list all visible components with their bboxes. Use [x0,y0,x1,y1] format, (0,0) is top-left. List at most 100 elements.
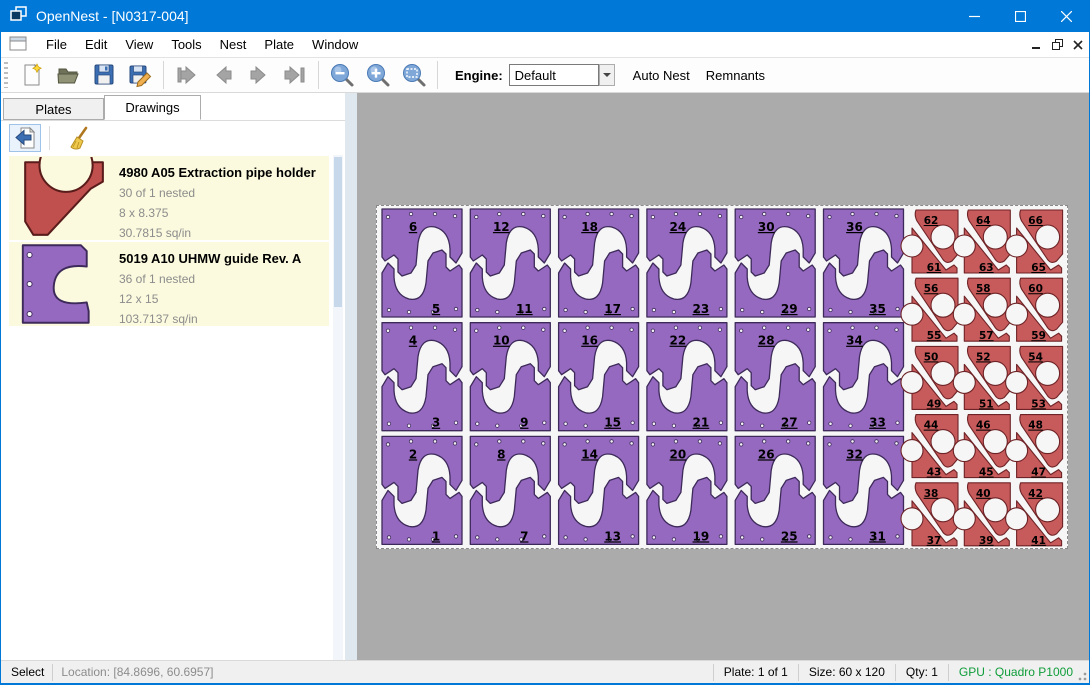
nest-cell-red[interactable]: 56 55 [901,278,958,342]
menu-file[interactable]: File [37,33,76,56]
engine-value: Default [515,68,556,83]
zoom-in-button[interactable] [360,60,396,90]
tab-drawings[interactable]: Drawings [104,95,201,120]
nest-cell-red[interactable]: 4847 [1006,415,1063,479]
nest-canvas[interactable]: 6512111817242330293635431091615222128273… [345,93,1089,660]
svg-text:42: 42 [1028,488,1043,500]
nest-cell-purple[interactable]: 43 [382,323,462,431]
svg-text:8: 8 [497,447,505,461]
engine-select[interactable]: Default [509,64,599,86]
status-size: Size: 60 x 120 [807,665,887,679]
status-separator [895,664,896,681]
nest-cell-red[interactable]: 5251 [953,346,1010,410]
minimize-button[interactable] [951,0,997,32]
svg-text:32: 32 [846,447,863,461]
svg-text:43: 43 [927,467,942,479]
chevron-down-icon[interactable] [599,64,615,86]
new-button[interactable] [14,60,50,90]
svg-text:6: 6 [409,220,417,234]
nest-cell-purple[interactable]: 2019 [647,436,727,544]
menu-view[interactable]: View [116,33,162,56]
resize-grip[interactable] [1077,671,1087,681]
nest-cell-red[interactable]: 3837 [901,483,958,547]
status-location: Location: [84.8696, 60.6957] [61,665,213,679]
nest-cell-purple[interactable]: 3635 [824,209,904,317]
svg-text:36: 36 [846,220,863,234]
list-item-drawing-2[interactable]: 5019 A10 UHMW guide Rev. A 36 of 1 neste… [9,242,329,326]
menu-edit[interactable]: Edit [76,33,116,56]
nest-cell-purple[interactable]: 2423 [647,209,727,317]
nest-cell-purple[interactable]: 109 [470,323,550,431]
mdi-close-button[interactable] [1073,38,1083,53]
nest-cell-purple[interactable]: 21 [382,436,462,544]
title-bar: OpenNest - [N0317-004] [1,0,1089,32]
menu-plate[interactable]: Plate [255,33,303,56]
nest-cell-red[interactable]: 5049 [901,346,958,410]
nest-cell-red[interactable]: 4241 [1006,483,1063,547]
svg-text:60: 60 [1028,283,1043,295]
nest-cell-purple[interactable]: 1413 [559,436,639,544]
svg-text:38: 38 [924,488,939,500]
zoom-fit-button[interactable] [396,60,432,90]
nest-cell-purple[interactable]: 2827 [735,323,815,431]
svg-text:25: 25 [781,529,798,543]
nest-cell-purple[interactable]: 65 [382,209,462,317]
nest-cell-purple[interactable]: 1817 [559,209,639,317]
nest-cell-purple[interactable]: 3029 [735,209,815,317]
save-as-button[interactable] [122,60,158,90]
svg-text:54: 54 [1028,351,1043,363]
open-button[interactable] [50,60,86,90]
drawing-title: 4980 A05 Extraction pipe holder [119,165,323,180]
nest-cell-purple[interactable]: 3231 [824,436,904,544]
import-drawing-button[interactable] [9,124,41,152]
zoom-out-button[interactable] [324,60,360,90]
nest-cell-purple[interactable]: 1211 [470,209,550,317]
app-icon [10,6,28,27]
clear-drawings-button[interactable] [62,124,94,152]
nest-cell-purple[interactable]: 1615 [559,323,639,431]
maximize-button[interactable] [997,0,1043,32]
svg-text:59: 59 [1031,330,1046,342]
plate-sheet[interactable]: 6512111817242330293635431091615222128273… [376,205,1068,549]
save-button[interactable] [86,60,122,90]
nav-next-button[interactable] [241,60,277,90]
broom-icon [66,126,90,150]
mdi-restore-button[interactable] [1052,38,1063,53]
nest-cell-red[interactable]: 6261 [901,210,958,274]
nest-cell-red[interactable]: 4645 [953,415,1010,479]
svg-text:55: 55 [927,330,942,342]
nav-first-button[interactable] [169,60,205,90]
svg-text:5: 5 [432,302,440,316]
svg-text:56: 56 [924,283,939,295]
nest-cell-red[interactable]: 6665 [1006,210,1063,274]
nest-cell-purple[interactable]: 87 [470,436,550,544]
plate-svg: 6512111817242330293635431091615222128273… [377,206,1067,548]
svg-text:7: 7 [520,529,528,543]
svg-text:26: 26 [758,447,775,461]
remnants-button[interactable]: Remnants [698,62,773,89]
auto-nest-button[interactable]: Auto Nest [625,62,698,89]
sidebar-scrollbar[interactable] [333,155,343,660]
svg-text:57: 57 [979,330,994,342]
menu-tools[interactable]: Tools [162,33,210,56]
nest-cell-red[interactable]: 5453 [1006,346,1063,410]
svg-text:12: 12 [493,220,510,234]
nest-cell-purple[interactable]: 3433 [824,323,904,431]
menu-nest[interactable]: Nest [211,33,256,56]
nest-cell-red[interactable]: 5857 [953,278,1010,342]
tab-plates[interactable]: Plates [3,98,104,120]
nest-cell-purple[interactable]: 2221 [647,323,727,431]
nest-cell-red[interactable]: 4443 [901,415,958,479]
scrollbar-thumb[interactable] [334,157,342,307]
nav-prev-button[interactable] [205,60,241,90]
menu-window[interactable]: Window [303,33,367,56]
close-button[interactable] [1043,0,1089,32]
nav-last-button[interactable] [277,60,313,90]
nest-cell-red[interactable]: 6463 [953,210,1010,274]
nest-cell-red[interactable]: 60 59 [1006,278,1063,342]
nest-cell-purple[interactable]: 26 25 [735,436,815,544]
mdi-minimize-button[interactable] [1032,38,1042,53]
mdi-child-icon [9,36,27,54]
nest-cell-red[interactable]: 4039 [953,483,1010,547]
list-item-drawing-1[interactable]: 4980 A05 Extraction pipe holder 30 of 1 … [9,156,329,240]
